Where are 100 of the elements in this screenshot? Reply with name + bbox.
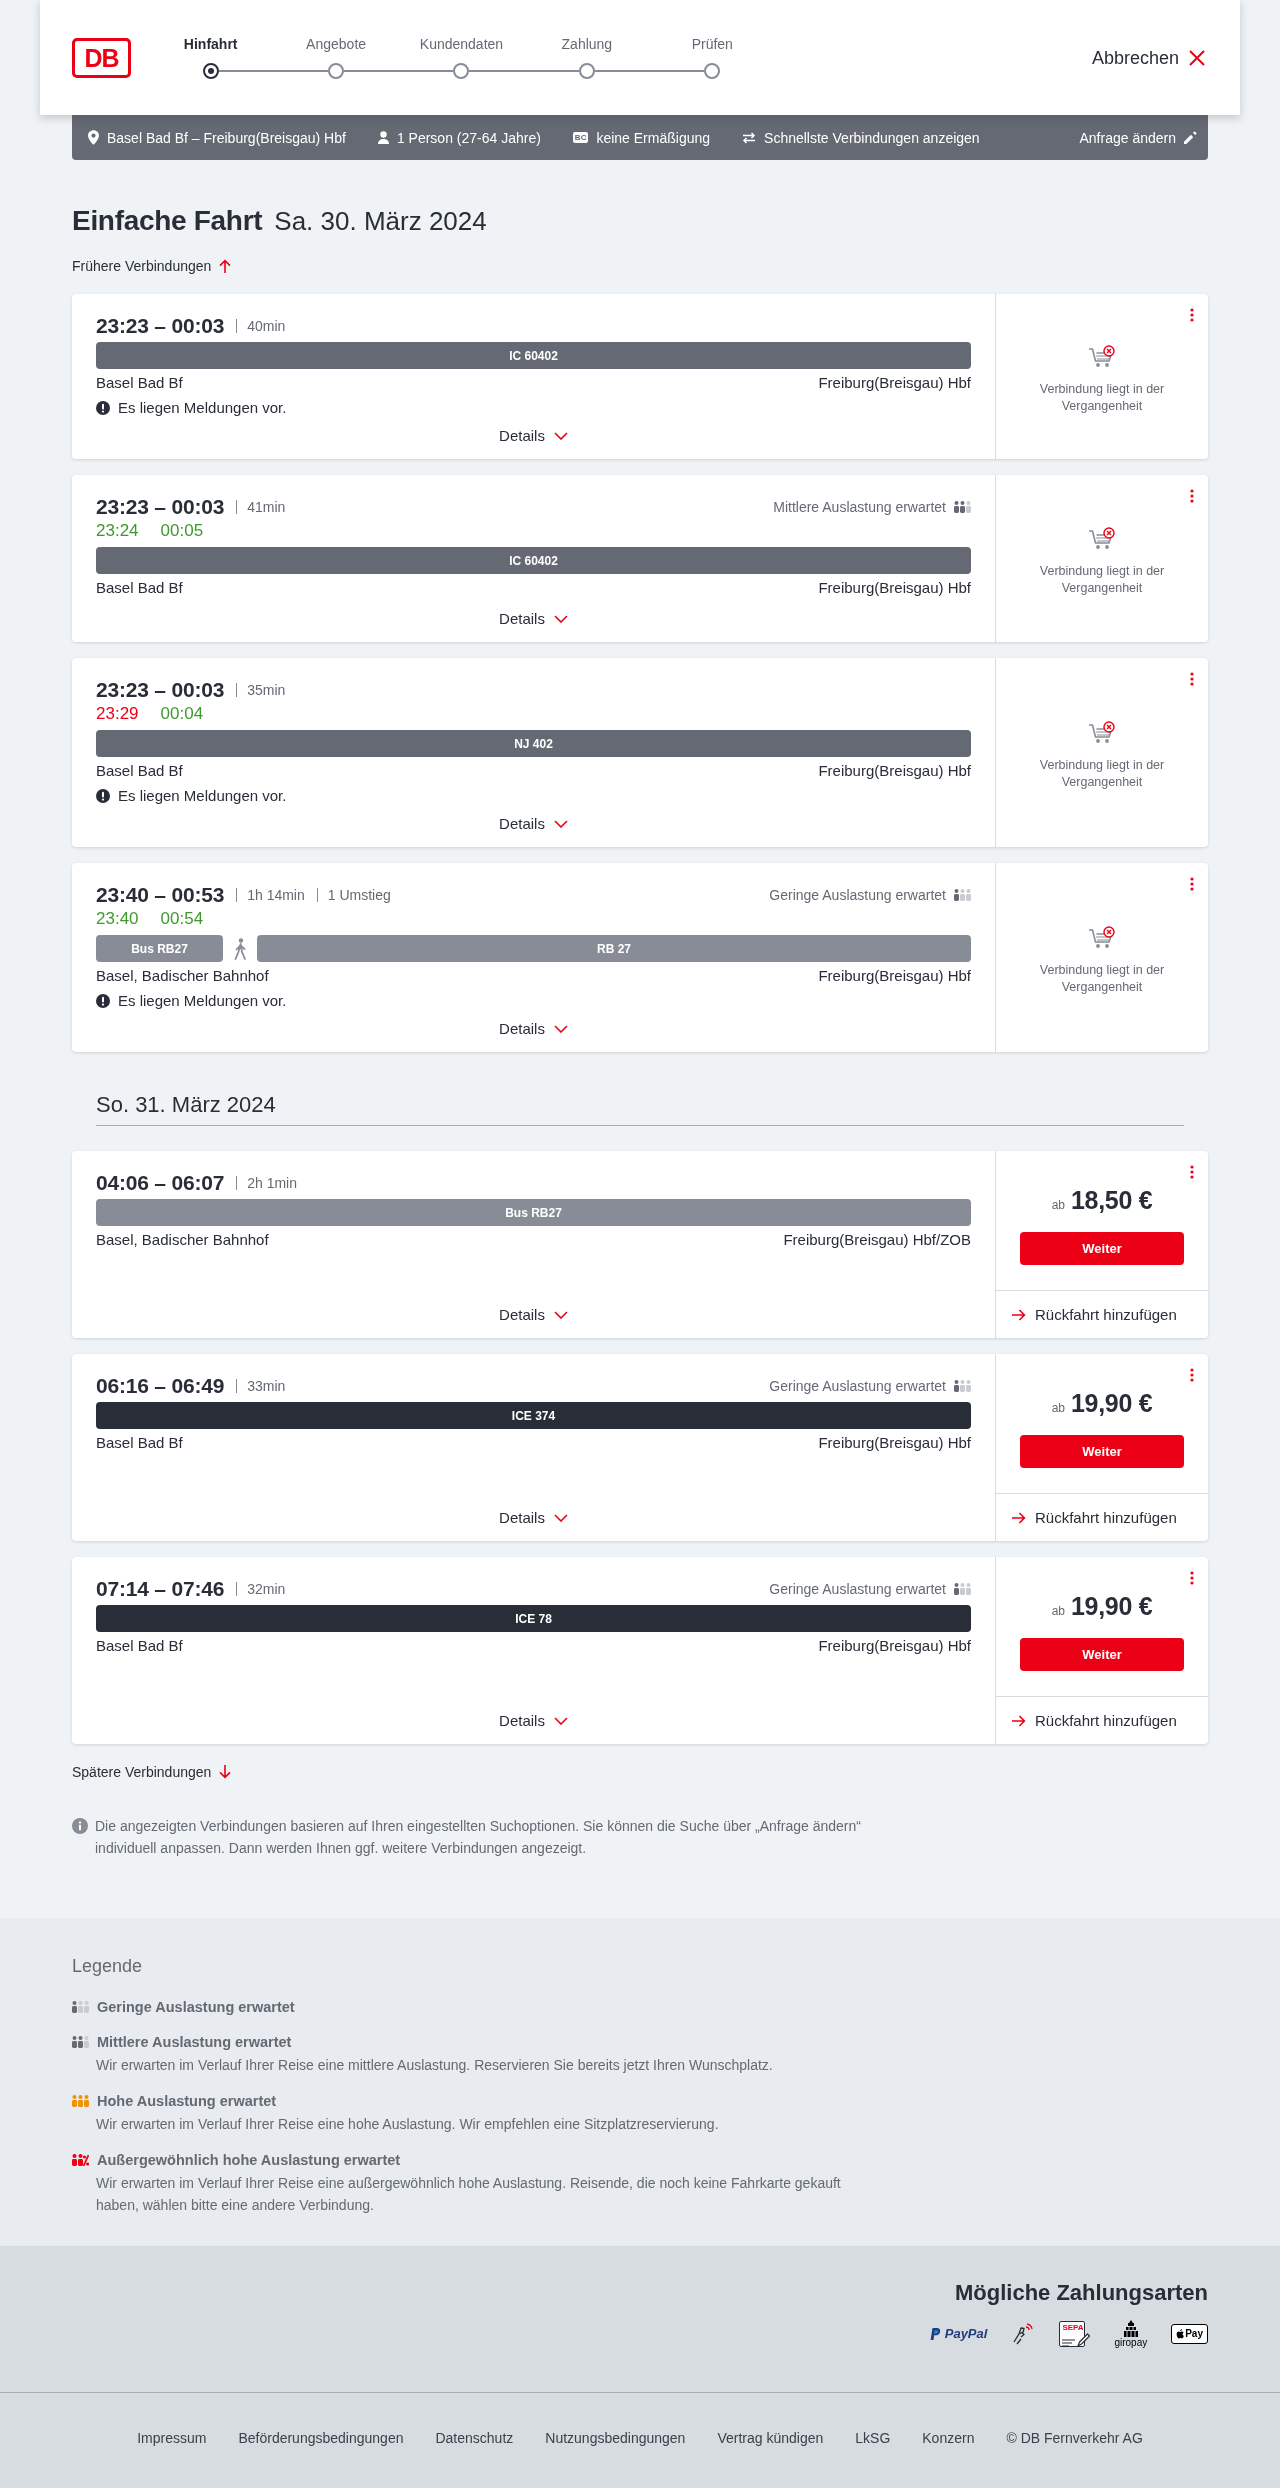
price-prefix: ab (1051, 1603, 1065, 1620)
occupancy-text: Geringe Auslastung erwartet (769, 1580, 946, 1599)
pencil-icon (1184, 131, 1197, 144)
footer-link[interactable]: Nutzungsbedingungen (545, 2428, 686, 2448)
logo[interactable]: DB (72, 37, 131, 78)
legend-item-title: Hohe Auslastung erwartet (97, 2092, 277, 2111)
details-button[interactable]: Details (499, 1700, 568, 1744)
unavailable-note: Verbindung liegt in der Vergangenheit (1038, 562, 1166, 597)
arrival-station: Freiburg(Breisgau) Hbf/ZOB (783, 1230, 971, 1250)
duration-text: 1h 14min (236, 888, 305, 902)
footer-link[interactable]: Vertrag kündigen (717, 2428, 824, 2448)
cart-cross-icon (1088, 344, 1116, 369)
details-button[interactable]: Details (499, 1497, 568, 1541)
continue-button[interactable]: Weiter (1020, 1638, 1184, 1671)
person-icon (377, 131, 389, 144)
discount-card-tag: BC (572, 132, 589, 143)
occupancy-text: Geringe Auslastung erwartet (769, 886, 946, 905)
continue-button[interactable]: Weiter (1020, 1232, 1184, 1265)
message-text: Es liegen Meldungen vor. (118, 991, 287, 1011)
train-bar[interactable]: ICE 78 (96, 1605, 971, 1632)
footer-link[interactable]: Konzern (922, 2428, 975, 2448)
train-bar[interactable]: IC 60402 (96, 547, 971, 574)
step-label: Hinfahrt (182, 35, 239, 53)
copyright-text: © DB Fernverkehr AG (1006, 2429, 1143, 2448)
train-bar[interactable]: NJ 402 (96, 730, 971, 757)
arrow-right-icon (1012, 1308, 1026, 1321)
alert-circle-icon (96, 401, 110, 415)
details-button[interactable]: Details (499, 1011, 568, 1052)
footer-link[interactable]: Beförderungsbedingungen (238, 2428, 404, 2448)
building-icon (1123, 2320, 1138, 2337)
more-options-icon[interactable] (1190, 1368, 1194, 1382)
payment-methods-title: Mögliche Zahlungsarten (954, 2279, 1208, 2307)
paypal-mark-icon (929, 2327, 941, 2341)
trip-type-title: Einfache Fahrt (72, 204, 263, 238)
details-button[interactable]: Details (499, 1294, 568, 1338)
unavailable-note: Verbindung liegt in der Vergangenheit (1038, 756, 1166, 791)
more-options-icon[interactable] (1190, 672, 1194, 686)
departure-station: Basel Bad Bf (96, 578, 183, 598)
add-return-trip-link[interactable]: Rückfahrt hinzufügen (996, 1493, 1208, 1541)
cancel-button[interactable]: Abbrechen (1091, 47, 1205, 68)
departure-station: Basel Bad Bf (96, 761, 183, 781)
details-button[interactable]: Details (499, 806, 568, 847)
connection-times: 23:23 – 00:03 (96, 494, 225, 520)
chevron-down-icon (553, 432, 568, 440)
later-connections-link[interactable]: Spätere Verbindungen (72, 1762, 232, 1782)
footer-link[interactable]: Datenschutz (435, 2428, 514, 2448)
connection-times: 04:06 – 06:07 (96, 1170, 225, 1196)
realtime-departure: 23:40 (96, 908, 139, 930)
arrival-station: Freiburg(Breisgau) Hbf (818, 1433, 971, 1453)
duration-text: 40min (236, 319, 286, 333)
apple-icon (1176, 2329, 1185, 2339)
edit-request-button[interactable]: Anfrage ändern (1079, 127, 1197, 148)
details-button[interactable]: Details (499, 418, 568, 459)
arrival-station: Freiburg(Breisgau) Hbf (818, 761, 971, 781)
paypal-wordmark: PayPal (944, 2325, 988, 2343)
arrival-station: Freiburg(Breisgau) Hbf (818, 966, 971, 986)
train-bar[interactable]: IC 60402 (96, 342, 971, 369)
occupancy-text: Geringe Auslastung erwartet (769, 1377, 946, 1396)
more-options-icon[interactable] (1190, 1571, 1194, 1585)
legend-item-title: Mittlere Auslastung erwartet (97, 2033, 292, 2052)
close-icon (1189, 49, 1205, 66)
more-options-icon[interactable] (1190, 877, 1194, 891)
add-return-trip-link[interactable]: Rückfahrt hinzufügen (996, 1696, 1208, 1744)
chevron-down-icon (553, 820, 568, 828)
earlier-connections-link[interactable]: Frühere Verbindungen (72, 256, 232, 276)
footer-link[interactable]: Impressum (137, 2428, 207, 2448)
duration-text: 33min (236, 1379, 286, 1393)
unavailable-note: Verbindung liegt in der Vergangenheit (1038, 380, 1166, 415)
travel-date: Sa. 30. März 2024 (274, 205, 487, 238)
people-slash-icon (72, 2154, 89, 2166)
departure-station: Basel, Badischer Bahnhof (96, 966, 269, 986)
train-bar[interactable]: ICE 374 (96, 1402, 971, 1429)
realtime-arrival: 00:05 (160, 520, 204, 542)
step-label: Prüfen (690, 35, 734, 53)
apple-pay-text: Pay (1185, 2328, 1203, 2340)
price-text: 18,50 € (1071, 1185, 1153, 1215)
more-options-icon[interactable] (1190, 489, 1194, 503)
add-return-trip-link[interactable]: Rückfahrt hinzufügen (996, 1290, 1208, 1338)
continue-button[interactable]: Weiter (1020, 1435, 1184, 1468)
more-options-icon[interactable] (1190, 1165, 1194, 1179)
chevron-down-icon (553, 1717, 568, 1725)
chevron-down-icon (553, 1514, 568, 1522)
arrival-station: Freiburg(Breisgau) Hbf (818, 373, 971, 393)
transfers-text: 1 Umstieg (316, 888, 391, 902)
cart-cross-icon (1088, 925, 1116, 950)
people-icon (954, 889, 971, 901)
departure-station: Basel, Badischer Bahnhof (96, 1230, 269, 1250)
unavailable-note: Verbindung liegt in der Vergangenheit (1038, 961, 1166, 996)
more-options-icon[interactable] (1190, 308, 1194, 322)
swap-arrows-icon (742, 131, 757, 144)
summary-text: keine Ermäßigung (596, 128, 711, 148)
legend-title: Legende (72, 1955, 144, 1978)
info-text: Die angezeigten Verbindungen basieren auf Ihren eingestellten Suchoptionen. Sie können die Suche über „Anfrage ändern“ individuell anpassen. Dann werden Ihnen ggf. weitere Verbindungen angezeigt. (95, 1817, 862, 1858)
location-pin-icon (88, 130, 99, 145)
arrow-down-icon (219, 1765, 232, 1779)
connection-times: 23:23 – 00:03 (96, 677, 225, 703)
legend-description: Wir erwarten im Verlauf Ihrer Reise eine außergewöhnlich hohe Auslastung. Reisende, die noch keine Fahrkarte gekauft haben, wählen bitte eine andere Verbindung. (96, 2174, 842, 2215)
details-button[interactable]: Details (499, 598, 568, 642)
alert-circle-icon (96, 789, 110, 803)
footer-link[interactable]: LkSG (855, 2428, 891, 2448)
